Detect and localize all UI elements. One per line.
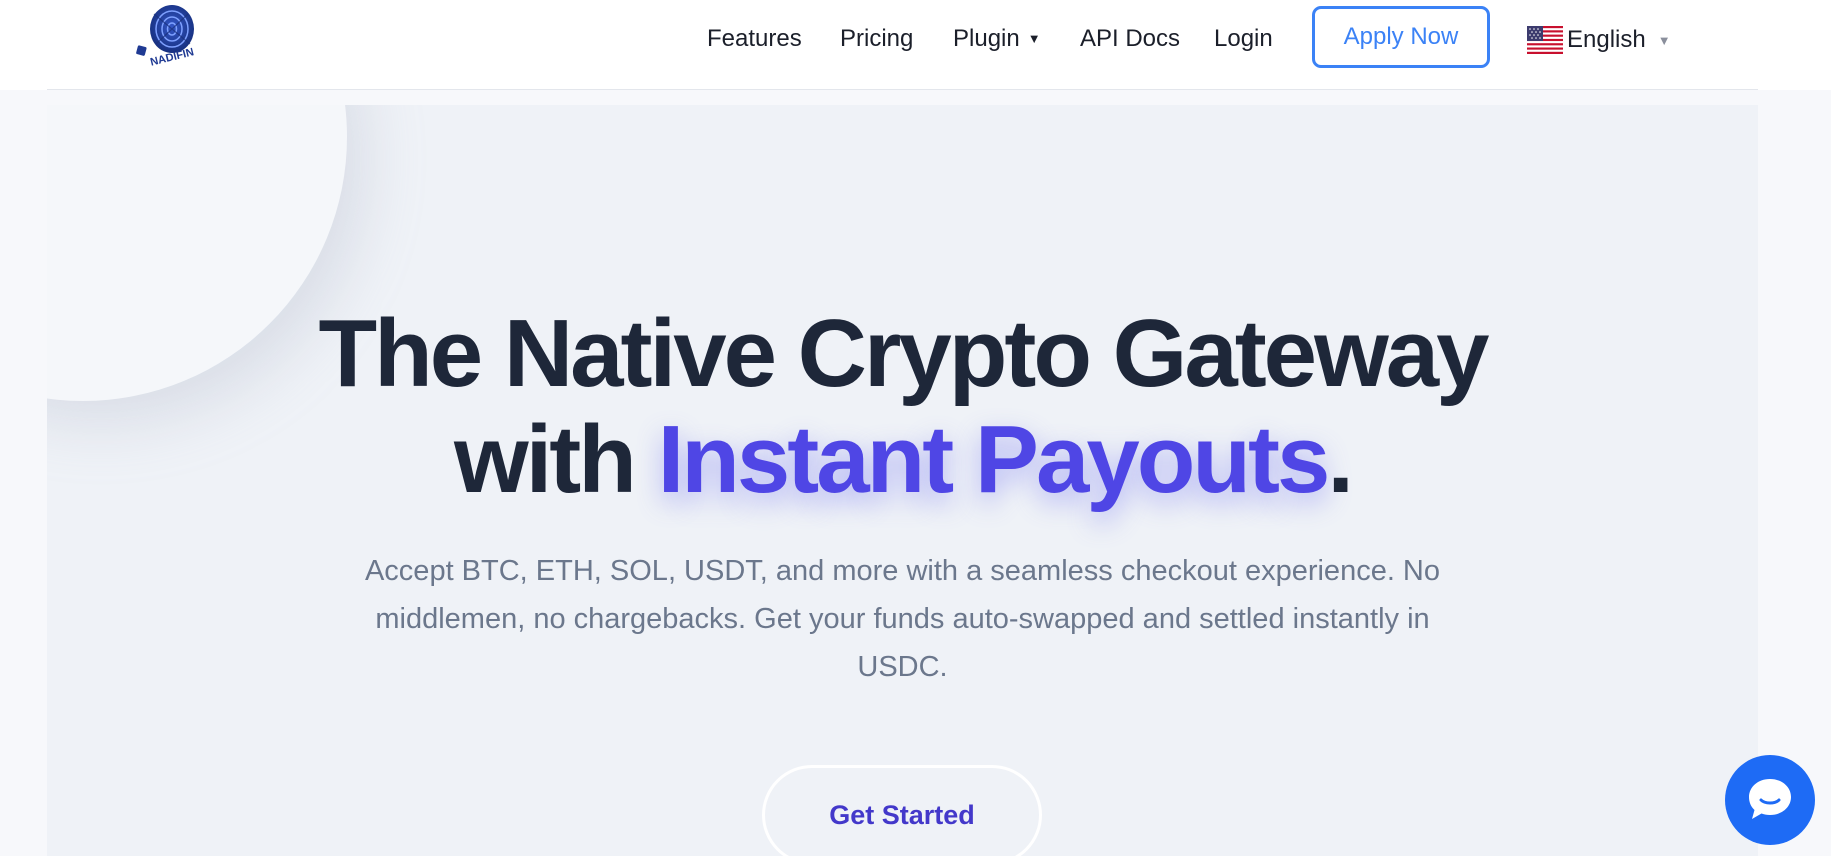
hero-headline: The Native Crypto Gateway with Instant P… — [47, 301, 1758, 513]
us-flag-icon — [1527, 26, 1563, 54]
language-selector[interactable]: English ▼ — [1527, 24, 1671, 56]
nav-api-docs-link[interactable]: API Docs — [1080, 22, 1180, 56]
language-label: English — [1567, 26, 1646, 53]
page: NADIFIN Features Pricing Plugin ▼ API Doc… — [0, 0, 1831, 856]
get-started-button[interactable]: Get Started — [762, 765, 1042, 856]
hero-subtext: Accept BTC, ETH, SOL, USDT, and more wit… — [364, 555, 1441, 683]
nav-features-link[interactable]: Features — [707, 22, 802, 56]
apply-now-button[interactable]: Apply Now — [1312, 6, 1490, 68]
headline-with: with — [453, 406, 637, 513]
nav-plugin-label: Plugin — [953, 25, 1020, 52]
headline-line-1: The Native Crypto Gateway — [318, 300, 1489, 407]
nadifin-logo-icon: NADIFIN — [136, 5, 195, 68]
caret-down-icon: ▼ — [1657, 32, 1671, 48]
nav-plugin-dropdown[interactable]: Plugin ▼ — [953, 22, 1041, 56]
chat-bubble-icon — [1749, 779, 1791, 819]
headline-accent: Instant Payouts — [657, 406, 1331, 513]
chat-launcher-button[interactable] — [1725, 755, 1815, 845]
nav-login-link[interactable]: Login — [1214, 22, 1273, 56]
headline-period: . — [1327, 406, 1354, 513]
hero-section: The Native Crypto Gateway with Instant P… — [47, 105, 1758, 856]
logo[interactable]: NADIFIN — [134, 2, 208, 68]
site-header: NADIFIN Features Pricing Plugin ▼ API Doc… — [0, 0, 1831, 90]
nav-pricing-link[interactable]: Pricing — [840, 22, 913, 56]
caret-down-icon: ▼ — [1027, 31, 1041, 46]
header-divider — [47, 89, 1758, 90]
